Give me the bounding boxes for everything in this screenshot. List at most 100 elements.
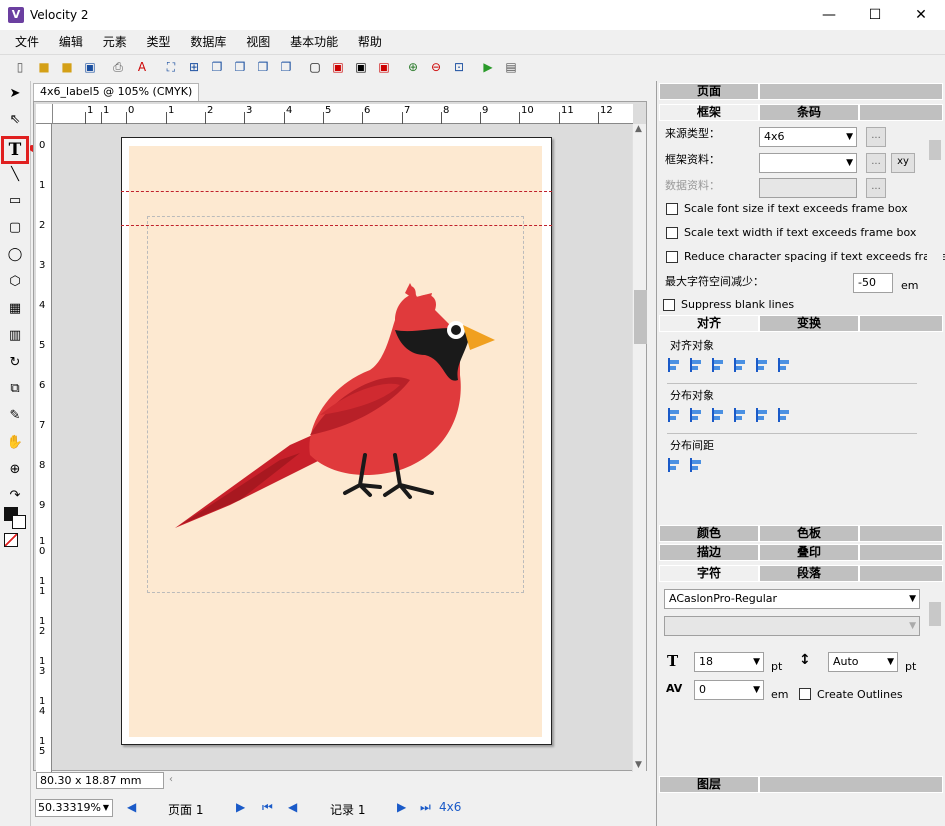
zoom-in-icon[interactable]: ⊕ (404, 58, 422, 76)
stroke-color-swatch[interactable] (12, 515, 26, 529)
source-type-browse-button[interactable]: ... (866, 127, 886, 147)
menu-element[interactable]: 元素 (96, 31, 134, 53)
menu-database[interactable]: 数据库 (183, 31, 233, 53)
distribute-center-v-icon[interactable] (689, 407, 705, 423)
rotate-tool-icon[interactable]: ↻ (4, 352, 26, 374)
fit-icon[interactable]: ⛶ (162, 58, 180, 76)
menu-edit[interactable]: 编辑 (52, 31, 90, 53)
menu-help[interactable]: 帮助 (351, 31, 389, 53)
distribute-left-icon[interactable] (733, 407, 749, 423)
eyedropper-tool-icon[interactable]: ✎ (4, 405, 26, 427)
forward-icon[interactable]: ❐ (254, 58, 272, 76)
reduce-spacing-checkbox[interactable] (666, 251, 678, 263)
zoom-out-icon[interactable]: ⊖ (427, 58, 445, 76)
tab-color[interactable]: 颜色 (659, 525, 759, 542)
zoom-select[interactable]: 50.33319% ▼ (35, 799, 113, 817)
prev-record-icon[interactable]: ◀ (288, 800, 297, 814)
zoom-fit-icon[interactable]: ⊡ (450, 58, 468, 76)
distribute-spacing-h-icon[interactable] (667, 457, 683, 473)
rounded-rect-tool-icon[interactable]: ▢ (4, 217, 26, 239)
polygon-tool-icon[interactable]: ⬡ (4, 271, 26, 293)
select-arrow-icon[interactable]: ➤ (4, 83, 26, 105)
frame-data-browse-button[interactable]: ... (866, 153, 886, 173)
tab-transform[interactable]: 变换 (759, 315, 859, 332)
scale-font-checkbox[interactable] (666, 203, 678, 215)
menu-view[interactable]: 视图 (239, 31, 277, 53)
group-icon[interactable]: ⊞ (185, 58, 203, 76)
rectangle-tool-icon[interactable]: ▭ (4, 190, 26, 212)
tab-page[interactable]: 页面 (659, 83, 759, 100)
frame-icon[interactable]: ▢ (306, 58, 324, 76)
tab-barcode[interactable]: 条码 (759, 104, 859, 121)
distribute-top-icon[interactable] (667, 407, 683, 423)
hand-tool-icon[interactable]: ✋ (4, 432, 26, 454)
direct-select-icon[interactable]: ⇖ (4, 109, 26, 131)
vertical-scrollbar[interactable]: ▲ ▼ (632, 124, 646, 772)
align-left-icon[interactable] (667, 357, 683, 373)
menu-file[interactable]: 文件 (8, 31, 46, 53)
tab-stroke[interactable]: 描边 (659, 544, 759, 561)
prev-page-icon[interactable]: ◀ (127, 800, 136, 814)
pdf-icon[interactable]: A (133, 58, 151, 76)
ellipse-tool-icon[interactable]: ◯ (4, 244, 26, 266)
align-center-v-icon[interactable] (755, 357, 771, 373)
distribute-bottom-icon[interactable] (711, 407, 727, 423)
swap-colors-icon[interactable]: ↷ (4, 485, 26, 507)
tab-frame[interactable]: 框架 (659, 104, 759, 121)
font-style-select[interactable]: ▼ (664, 616, 920, 636)
data-source-browse-button[interactable]: ... (866, 178, 886, 198)
open-icon[interactable]: ■ (35, 58, 53, 76)
char-panel-scrollbar[interactable] (927, 586, 943, 774)
line-tool-icon[interactable]: ╲ (4, 164, 26, 186)
frame-panel-scroll-thumb[interactable] (929, 140, 941, 160)
scroll-left-icon[interactable]: ‹ (169, 774, 173, 785)
backward-icon[interactable]: ❐ (277, 58, 295, 76)
align-right-icon[interactable] (711, 357, 727, 373)
tab-layers[interactable]: 图层 (659, 776, 759, 793)
document-tab[interactable]: 4x6_label5 @ 105% (CMYK) (33, 83, 200, 101)
tab-align[interactable]: 对齐 (659, 315, 759, 332)
horizontal-scrollbar[interactable]: ‹ (166, 772, 646, 790)
barcode-tool-icon[interactable]: ▥ (4, 325, 26, 347)
maximize-button[interactable]: ☐ (852, 0, 898, 30)
play-icon[interactable]: ▶ (479, 58, 497, 76)
tab-paragraph[interactable]: 段落 (759, 565, 859, 582)
font-size-select[interactable]: 18 ▼ (694, 652, 764, 672)
frame-panel-scrollbar[interactable] (927, 125, 943, 311)
tracking-select[interactable]: 0 ▼ (694, 680, 764, 700)
frame-bottom-icon[interactable]: ▣ (329, 58, 347, 76)
back-icon[interactable]: ❐ (231, 58, 249, 76)
save-icon[interactable]: ▣ (81, 58, 99, 76)
text-tool-icon[interactable]: T (1, 136, 29, 164)
close-button[interactable]: ✕ (898, 0, 944, 30)
vertical-scroll-thumb[interactable] (634, 290, 647, 344)
distribute-center-h-icon[interactable] (755, 407, 771, 423)
print-icon[interactable]: ⎙ (109, 58, 127, 76)
align-center-h-icon[interactable] (689, 357, 705, 373)
distribute-right-icon[interactable] (777, 407, 793, 423)
no-color-icon[interactable] (4, 533, 18, 547)
menu-basic[interactable]: 基本功能 (283, 31, 345, 53)
source-type-select[interactable]: 4x6 ▼ (759, 127, 857, 147)
frame-data-select[interactable]: ▼ (759, 153, 857, 173)
xy-button[interactable]: xy (891, 153, 915, 173)
scroll-down-icon[interactable]: ▼ (635, 760, 642, 770)
ruler-origin[interactable] (36, 104, 53, 124)
char-panel-scroll-thumb[interactable] (929, 602, 941, 626)
zoom-tool-icon[interactable]: ⊕ (4, 459, 26, 481)
front-icon[interactable]: ❐ (208, 58, 226, 76)
align-top-icon[interactable] (733, 357, 749, 373)
frame-top-icon[interactable]: ▣ (352, 58, 370, 76)
cardinal-illustration[interactable] (170, 275, 500, 535)
scroll-up-icon[interactable]: ▲ (635, 124, 642, 134)
max-spacing-input[interactable]: -50 (853, 273, 893, 293)
next-record-icon[interactable]: ▶ (397, 800, 406, 814)
first-record-icon[interactable]: ⏮ (262, 800, 273, 815)
crop-tool-icon[interactable]: ⧉ (4, 378, 26, 400)
tab-swatches[interactable]: 色板 (759, 525, 859, 542)
tab-overprint[interactable]: 叠印 (759, 544, 859, 561)
tab-character[interactable]: 字符 (659, 565, 759, 582)
last-record-icon[interactable]: ⏭ (420, 800, 431, 815)
scale-width-checkbox[interactable] (666, 227, 678, 239)
next-page-icon[interactable]: ▶ (236, 800, 245, 814)
